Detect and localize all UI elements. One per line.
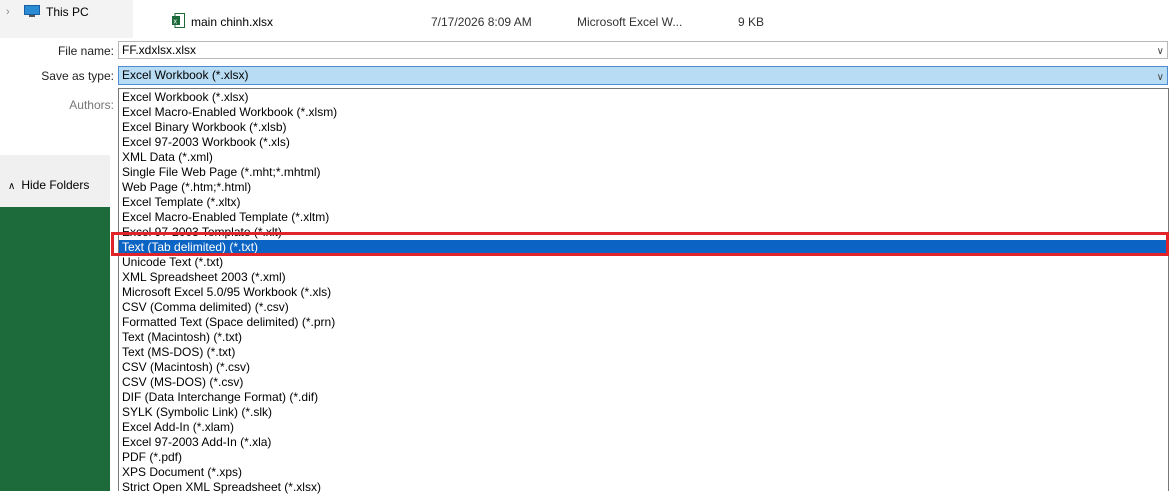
dropdown-option[interactable]: Single File Web Page (*.mht;*.mhtml) bbox=[122, 165, 321, 180]
dropdown-option[interactable]: Excel 97-2003 Workbook (*.xls) bbox=[122, 135, 290, 150]
dropdown-option[interactable]: Strict Open XML Spreadsheet (*.xlsx) bbox=[122, 480, 321, 495]
svg-text:x: x bbox=[174, 19, 178, 26]
nav-item-this-pc[interactable]: This PC bbox=[46, 5, 89, 19]
filename-input[interactable]: FF.xdxlsx.xlsx ∨ bbox=[118, 41, 1168, 59]
dropdown-option[interactable]: Excel 97-2003 Add-In (*.xla) bbox=[122, 435, 271, 450]
chevron-down-icon[interactable]: ∨ bbox=[1157, 44, 1164, 60]
dropdown-option[interactable]: Formatted Text (Space delimited) (*.prn) bbox=[122, 315, 335, 330]
dropdown-option[interactable]: Excel Binary Workbook (*.xlsb) bbox=[122, 120, 287, 135]
save-type-select[interactable]: Excel Workbook (*.xlsx) ∨ bbox=[118, 66, 1168, 85]
file-date: 7/17/2026 8:09 AM bbox=[431, 15, 532, 29]
dropdown-option[interactable]: Excel Macro-Enabled Workbook (*.xlsm) bbox=[122, 105, 337, 120]
filename-label: File name: bbox=[57, 44, 114, 58]
dropdown-option[interactable]: CSV (MS-DOS) (*.csv) bbox=[122, 375, 243, 390]
chevron-down-icon[interactable]: ∨ bbox=[1157, 69, 1164, 86]
highlight-box bbox=[111, 232, 1169, 256]
dropdown-option[interactable]: Excel Template (*.xltx) bbox=[122, 195, 240, 210]
dropdown-option[interactable]: CSV (Macintosh) (*.csv) bbox=[122, 360, 250, 375]
save-type-dropdown[interactable]: Excel Workbook (*.xlsx) Excel Macro-Enabl… bbox=[118, 88, 1169, 494]
dropdown-option[interactable]: Excel Add-In (*.xlam) bbox=[122, 420, 234, 435]
chevron-right-icon[interactable]: › bbox=[6, 6, 10, 18]
excel-file-icon: x bbox=[172, 13, 185, 28]
dropdown-option[interactable]: Microsoft Excel 5.0/95 Workbook (*.xls) bbox=[122, 285, 331, 300]
dropdown-option[interactable]: XML Data (*.xml) bbox=[122, 150, 213, 165]
save-type-label: Save as type: bbox=[41, 69, 114, 83]
excel-background bbox=[0, 207, 110, 491]
file-type: Microsoft Excel W... bbox=[577, 15, 683, 29]
file-name[interactable]: main chinh.xlsx bbox=[191, 15, 273, 29]
dropdown-option[interactable]: CSV (Comma delimited) (*.csv) bbox=[122, 300, 289, 315]
dropdown-option[interactable]: Text (MS-DOS) (*.txt) bbox=[122, 345, 235, 360]
dropdown-option[interactable]: Unicode Text (*.txt) bbox=[122, 255, 223, 270]
dropdown-option[interactable]: SYLK (Symbolic Link) (*.slk) bbox=[122, 405, 272, 420]
dropdown-option[interactable]: Text (Macintosh) (*.txt) bbox=[122, 330, 242, 345]
save-type-value: Excel Workbook (*.xlsx) bbox=[122, 68, 249, 82]
hide-folders-button[interactable]: ∧ Hide Folders bbox=[8, 178, 89, 192]
dropdown-option[interactable]: XPS Document (*.xps) bbox=[122, 465, 242, 480]
authors-label: Authors: bbox=[69, 98, 114, 112]
dropdown-option[interactable]: Excel Workbook (*.xlsx) bbox=[122, 90, 248, 105]
chevron-up-icon: ∧ bbox=[8, 181, 16, 192]
file-size: 9 KB bbox=[738, 15, 765, 29]
dropdown-option[interactable]: XML Spreadsheet 2003 (*.xml) bbox=[122, 270, 286, 285]
filename-value: FF.xdxlsx.xlsx bbox=[122, 43, 197, 57]
dropdown-option[interactable]: Web Page (*.htm;*.html) bbox=[122, 180, 251, 195]
computer-icon bbox=[24, 5, 40, 17]
dropdown-option[interactable]: Excel Macro-Enabled Template (*.xltm) bbox=[122, 210, 329, 225]
dropdown-option[interactable]: PDF (*.pdf) bbox=[122, 450, 182, 465]
dropdown-option[interactable]: DIF (Data Interchange Format) (*.dif) bbox=[122, 390, 318, 405]
hide-folders-label: Hide Folders bbox=[21, 178, 90, 192]
